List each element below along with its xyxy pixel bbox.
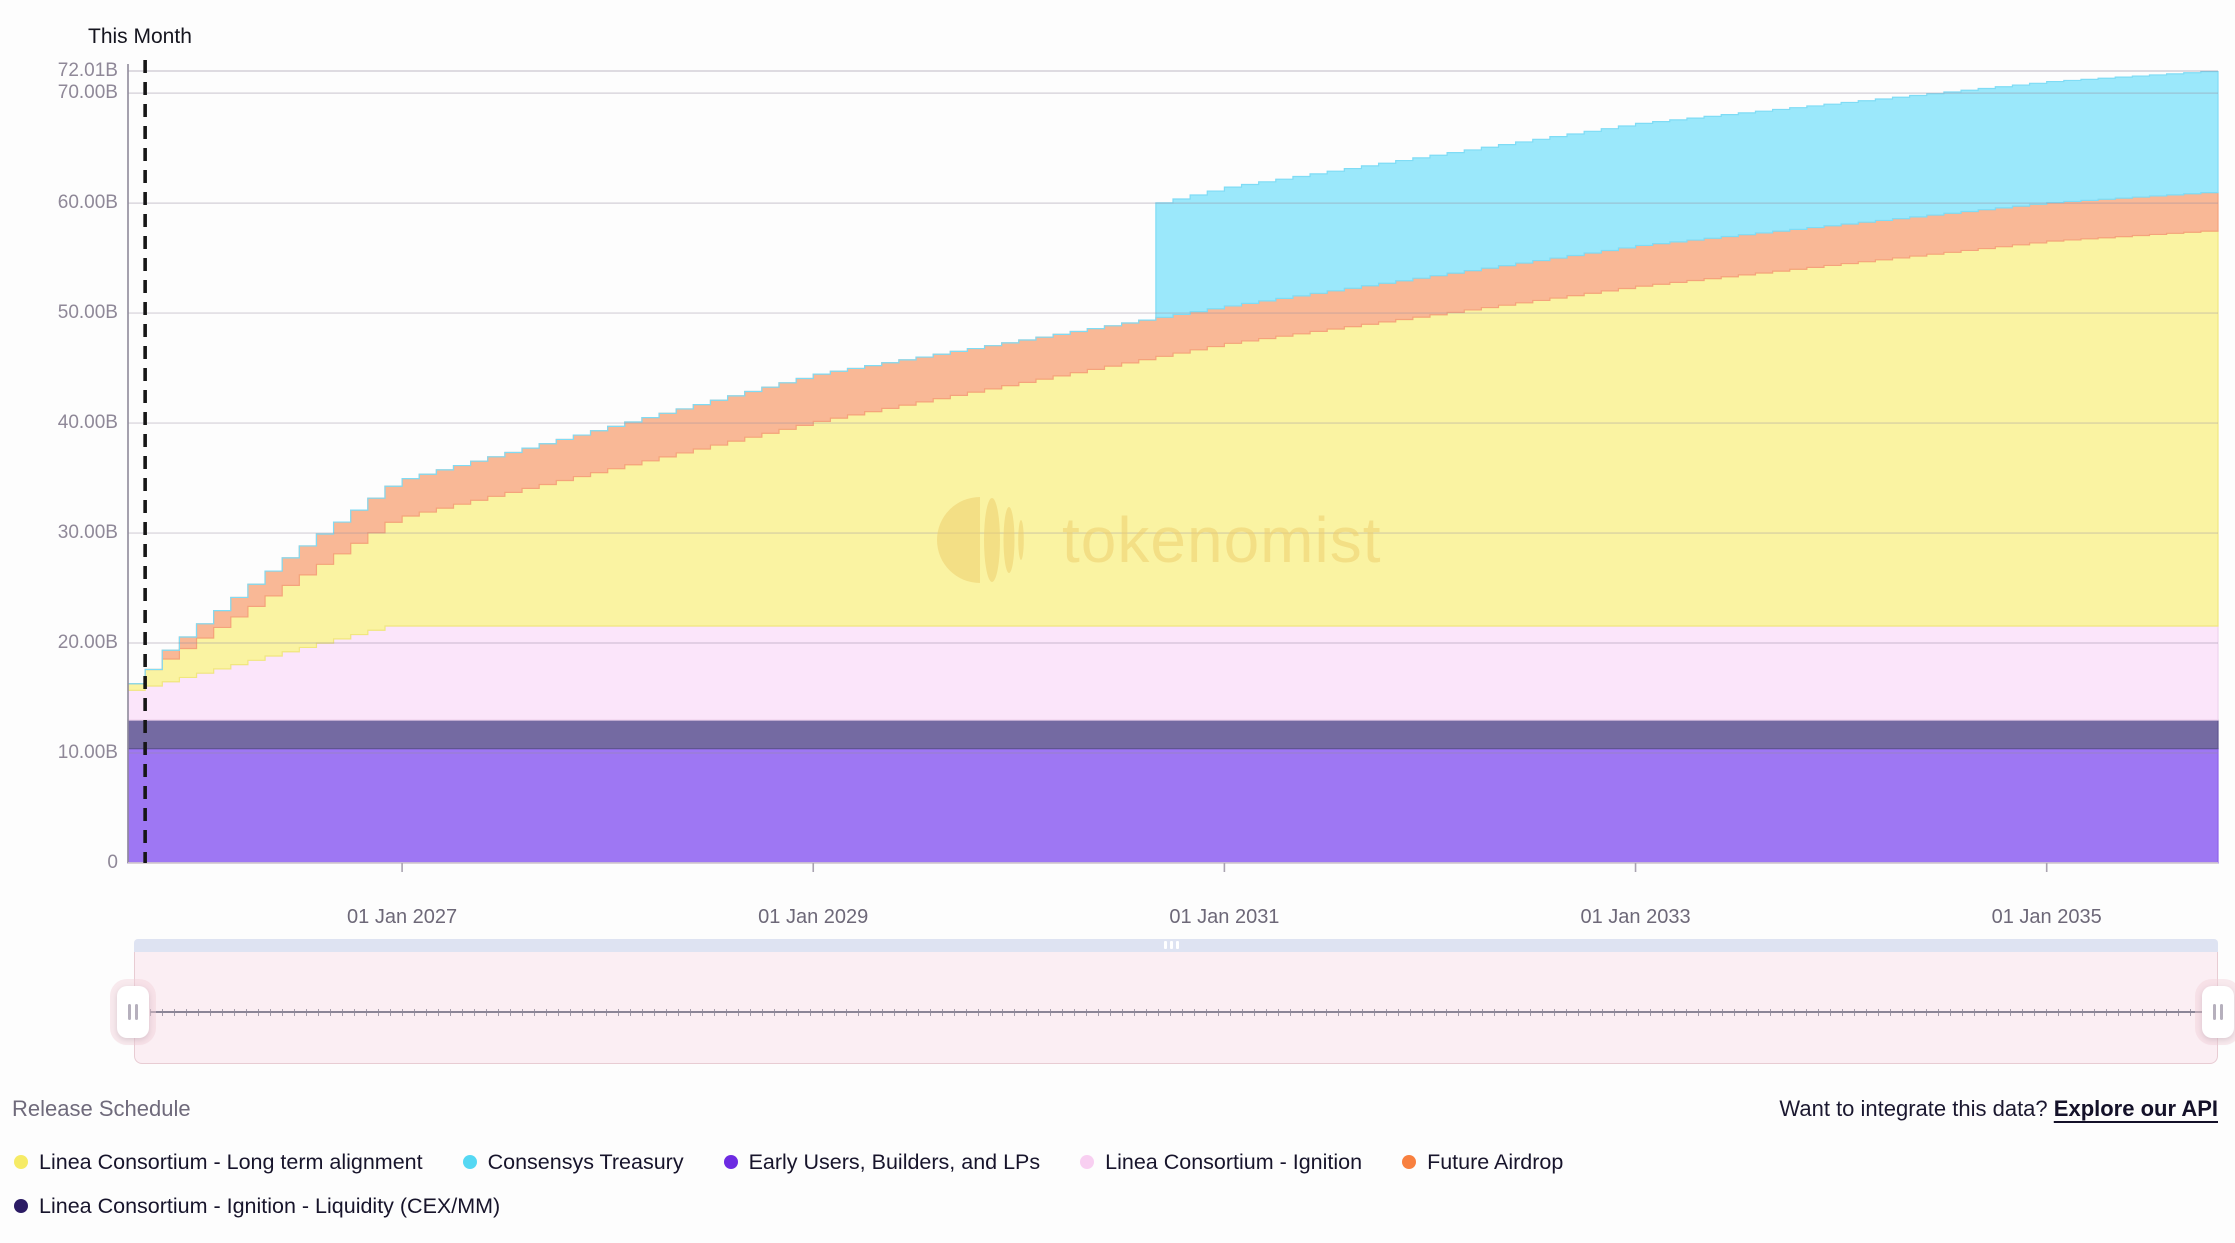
legend-label: Consensys Treasury [488,1150,684,1175]
token-release-schedule-page: This Month 72.01B70.00B 60.00B 50.00B 40.00… [0,0,2235,1243]
legend-label: Linea Consortium - Ignition - Liquidity … [39,1194,500,1219]
legend-row: Linea Consortium - Long term alignment Co… [14,1140,2214,1184]
brush-grip-icon[interactable] [1164,941,1179,949]
y-axis-tick-label: 72.01B [48,60,118,82]
api-prompt-text: Want to integrate this data? [1779,1096,2047,1121]
brush-handle-left[interactable] [117,986,149,1038]
legend-dot-icon [14,1155,28,1169]
y-axis-tick-label: 60.00B [48,192,118,214]
legend-label: Future Airdrop [1427,1150,1563,1175]
chart-legend: Linea Consortium - Long term alignment Co… [14,1140,2214,1228]
legend-label: Linea Consortium - Ignition [1105,1150,1362,1175]
legend-row: Linea Consortium - Ignition - Liquidity … [14,1184,2214,1228]
legend-label: Linea Consortium - Long term alignment [39,1150,423,1175]
y-axis-tick-label: 30.00B [48,522,118,544]
x-axis-tick-label: 01 Jan 2031 [1169,906,1279,929]
x-axis-tick-label: 01 Jan 2035 [1992,906,2102,929]
brush-minimap-panel[interactable] [134,952,2218,1064]
area-series[interactable] [128,626,2218,720]
explore-api-link[interactable]: Explore our API [2054,1096,2218,1121]
x-axis-tick-label: 01 Jan 2029 [758,906,868,929]
y-axis-tick-label: 70.00B [48,82,118,104]
legend-dot-icon [463,1155,477,1169]
release-schedule-heading: Release Schedule [12,1096,191,1122]
x-axis-tick-label: 01 Jan 2033 [1580,906,1690,929]
legend-dot-icon [1402,1155,1416,1169]
brush-handle-right[interactable] [2202,986,2234,1038]
legend-item[interactable]: Linea Consortium - Ignition [1080,1150,1362,1175]
legend-item[interactable]: Early Users, Builders, and LPs [724,1150,1041,1175]
legend-item[interactable]: Future Airdrop [1402,1150,1563,1175]
api-callout: Want to integrate this data? Explore our… [1779,1096,2218,1122]
y-axis-tick-label: 0 [48,852,118,874]
legend-item[interactable]: Consensys Treasury [463,1150,684,1175]
legend-dot-icon [1080,1155,1094,1169]
y-axis-tick-label: 50.00B [48,302,118,324]
legend-item[interactable]: Linea Consortium - Long term alignment [14,1150,423,1175]
area-series[interactable] [128,720,2218,749]
y-axis-tick-label: 40.00B [48,412,118,434]
y-axis-tick-label: 20.00B [48,632,118,654]
legend-dot-icon [724,1155,738,1169]
x-axis-tick-label: 01 Jan 2027 [347,906,457,929]
legend-dot-icon [14,1199,28,1213]
minimap-axis-ticks [150,1009,2210,1016]
legend-label: Early Users, Builders, and LPs [749,1150,1041,1175]
area-series[interactable] [128,749,2218,863]
y-axis-tick-label: 10.00B [48,742,118,764]
this-month-annotation: This Month [88,25,192,49]
legend-item[interactable]: Linea Consortium - Ignition - Liquidity … [14,1194,500,1219]
